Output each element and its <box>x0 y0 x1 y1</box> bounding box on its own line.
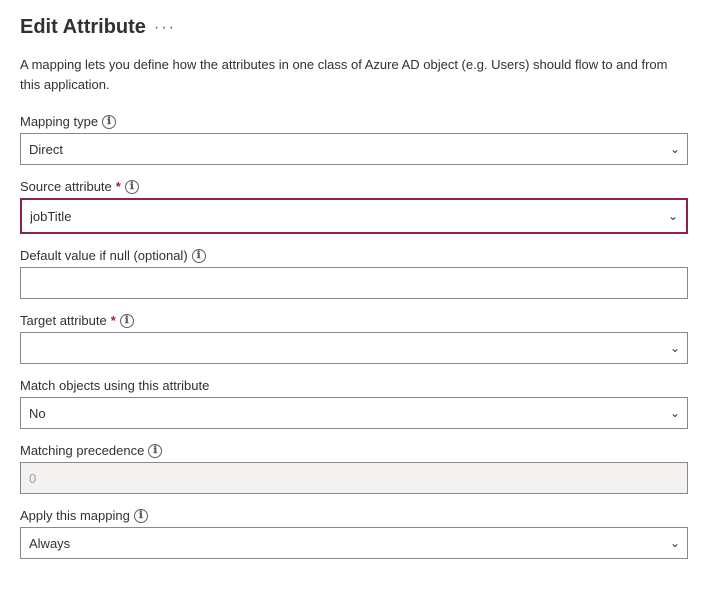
apply-mapping-select-wrapper: Always Only during object creation ⌄ <box>20 527 688 559</box>
target-attribute-required-star: * <box>111 313 116 328</box>
target-attribute-label: Target attribute * ℹ <box>20 313 688 328</box>
page-description: A mapping lets you define how the attrib… <box>20 55 688 94</box>
mapping-type-info-icon[interactable]: ℹ <box>102 115 116 129</box>
matching-precedence-group: Matching precedence ℹ <box>20 443 688 494</box>
default-value-label: Default value if null (optional) ℹ <box>20 248 688 263</box>
page-title: Edit Attribute <box>20 16 146 39</box>
target-attribute-info-icon[interactable]: ℹ <box>120 314 134 328</box>
match-objects-select-wrapper: No Yes ⌄ <box>20 397 688 429</box>
page-header: Edit Attribute ··· <box>20 16 688 39</box>
apply-mapping-label: Apply this mapping ℹ <box>20 508 688 523</box>
mapping-type-select[interactable]: Direct Constant Expression <box>20 133 688 165</box>
default-value-input[interactable] <box>20 267 688 299</box>
matching-precedence-info-icon[interactable]: ℹ <box>148 444 162 458</box>
apply-mapping-select[interactable]: Always Only during object creation <box>20 527 688 559</box>
mapping-type-group: Mapping type ℹ Direct Constant Expressio… <box>20 114 688 165</box>
matching-precedence-input <box>20 462 688 494</box>
default-value-info-icon[interactable]: ℹ <box>192 249 206 263</box>
source-attribute-group: Source attribute * ℹ jobTitle displayNam… <box>20 179 688 234</box>
default-value-group: Default value if null (optional) ℹ <box>20 248 688 299</box>
source-attribute-info-icon[interactable]: ℹ <box>125 180 139 194</box>
source-attribute-select-wrapper: jobTitle displayName mail userPrincipalN… <box>20 198 688 234</box>
mapping-type-label: Mapping type ℹ <box>20 114 688 129</box>
matching-precedence-label: Matching precedence ℹ <box>20 443 688 458</box>
target-attribute-select[interactable] <box>20 332 688 364</box>
target-attribute-group: Target attribute * ℹ ⌄ <box>20 313 688 364</box>
more-options-button[interactable]: ··· <box>154 19 176 37</box>
mapping-type-select-wrapper: Direct Constant Expression ⌄ <box>20 133 688 165</box>
source-attribute-select[interactable]: jobTitle displayName mail userPrincipalN… <box>22 200 686 232</box>
apply-mapping-info-icon[interactable]: ℹ <box>134 509 148 523</box>
match-objects-select[interactable]: No Yes <box>20 397 688 429</box>
apply-mapping-group: Apply this mapping ℹ Always Only during … <box>20 508 688 559</box>
match-objects-label: Match objects using this attribute <box>20 378 688 393</box>
source-attribute-required-star: * <box>116 179 121 194</box>
match-objects-group: Match objects using this attribute No Ye… <box>20 378 688 429</box>
target-attribute-select-wrapper: ⌄ <box>20 332 688 364</box>
source-attribute-label: Source attribute * ℹ <box>20 179 688 194</box>
